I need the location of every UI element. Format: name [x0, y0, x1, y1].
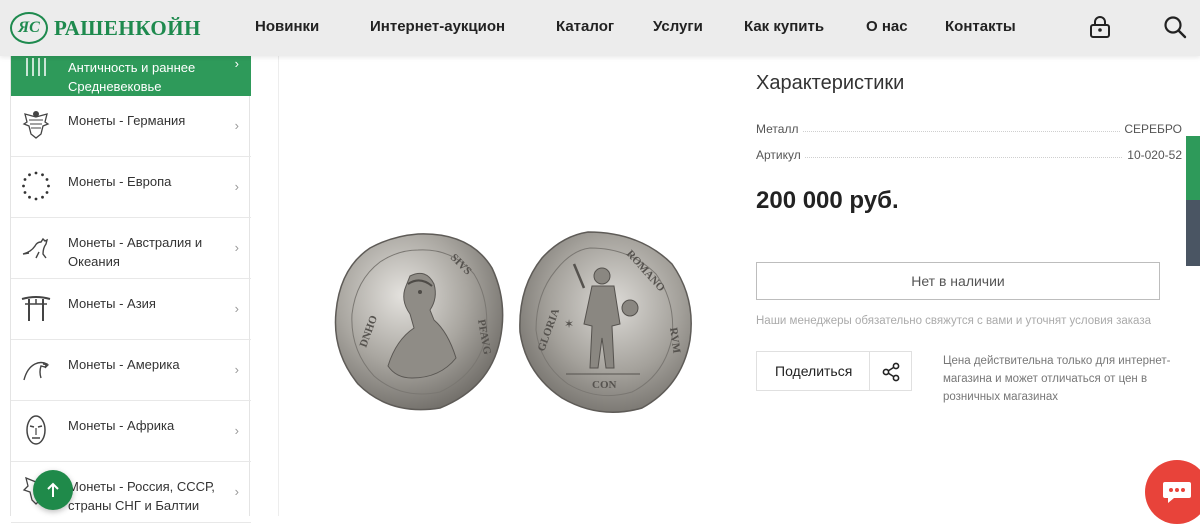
sidebar-item-label: Монеты - Австралия и Океания	[68, 235, 203, 269]
chevron-right-icon: ›	[234, 423, 239, 438]
coin-reverse: ✶ GLORIA ROMANO RVM CON	[519, 231, 692, 413]
share-button[interactable]: Поделиться	[756, 351, 912, 391]
sidebar-item-label: Монеты - Америка	[68, 357, 180, 372]
sidebar-item-germany[interactable]: Монеты - Германия ›	[11, 96, 251, 157]
chat-button[interactable]	[1145, 460, 1200, 524]
site-header: ЯС РАШЕНКОЙН Новинки Интернет-аукцион Ка…	[0, 0, 1200, 56]
chevron-right-icon: ›	[234, 56, 239, 71]
scroll-up-button[interactable]	[33, 470, 73, 510]
sidebar-item-antiquity[interactable]: Античность и раннее Средневековье ›	[11, 56, 251, 96]
eagle-icon	[22, 111, 50, 139]
dotted-leader	[756, 157, 1182, 158]
search-icon[interactable]	[1162, 14, 1188, 40]
property-value: СЕРЕБРО	[1120, 122, 1182, 136]
chevron-right-icon: ›	[234, 118, 239, 133]
price-disclaimer: Цена действительна только для интернет-м…	[943, 355, 1171, 403]
chevron-right-icon: ›	[234, 179, 239, 194]
nav-catalog[interactable]: Каталог	[556, 18, 614, 35]
bald-eagle-icon	[23, 361, 50, 381]
nav-novinki[interactable]: Новинки	[255, 18, 319, 35]
svg-text:✶: ✶	[564, 317, 574, 331]
sidebar-item-label: Монеты - Германия	[68, 113, 186, 128]
eu-stars-icon	[22, 171, 50, 201]
nav-services[interactable]: Услуги	[653, 18, 703, 35]
side-tab-green[interactable]	[1186, 136, 1200, 200]
kangaroo-icon	[22, 237, 49, 259]
chevron-right-icon: ›	[234, 240, 239, 255]
side-tab-dark[interactable]	[1186, 200, 1200, 266]
sidebar-item-australia[interactable]: Монеты - Австралия и Океания ›	[11, 218, 251, 279]
property-row-article: Артикул 10-020-52	[756, 148, 1182, 164]
sidebar-item-america[interactable]: Монеты - Америка ›	[11, 340, 251, 401]
manager-note: Наши менеджеры обязательно свяжутся с ва…	[756, 315, 1151, 327]
sidebar-item-label: Монеты - Азия	[68, 296, 156, 311]
logo-mark: ЯС	[10, 12, 48, 44]
property-value: 10-020-52	[1123, 148, 1182, 162]
chevron-right-icon: ›	[234, 362, 239, 377]
dotted-leader	[756, 131, 1182, 132]
cart-lock-icon[interactable]	[1087, 14, 1113, 40]
sidebar-item-europe[interactable]: Монеты - Европа ›	[11, 157, 251, 218]
coin-image[interactable]: DNHO SIVS PFAVG ✶ GLORIA ROMANO RVM CON	[330, 228, 698, 416]
nav-auction[interactable]: Интернет-аукцион	[370, 18, 505, 35]
property-row-metal: Металл СЕРЕБРО	[756, 122, 1182, 138]
share-label: Поделиться	[775, 363, 853, 379]
sidebar-item-label: Монеты - Россия, СССР, страны СНГ и Балт…	[68, 479, 215, 513]
share-icon	[882, 362, 900, 382]
sidebar-item-africa[interactable]: Монеты - Африка ›	[11, 401, 251, 462]
sidebar-item-label: Монеты - Африка	[68, 418, 175, 433]
nav-about[interactable]: О нас	[866, 18, 908, 35]
property-name: Металл	[756, 122, 803, 136]
out-of-stock-button[interactable]: Нет в наличии	[756, 262, 1160, 300]
chevron-right-icon: ›	[234, 484, 239, 499]
chat-bubble-icon	[1163, 482, 1191, 503]
columns-icon	[26, 58, 46, 76]
property-name: Артикул	[756, 148, 805, 162]
chevron-right-icon: ›	[234, 301, 239, 316]
svg-text:CON: CON	[592, 379, 617, 391]
site-logo[interactable]: ЯС РАШЕНКОЙН	[10, 12, 201, 44]
arrow-up-icon	[47, 482, 59, 497]
characteristics-title: Характеристики	[756, 72, 905, 94]
mask-icon	[26, 415, 46, 445]
logo-text: РАШЕНКОЙН	[54, 15, 201, 40]
sidebar-item-label: Монеты - Европа	[68, 174, 172, 189]
coin-obverse: DNHO SIVS PFAVG	[334, 233, 504, 411]
product-price: 200 000 руб.	[756, 187, 899, 214]
content-divider	[278, 56, 279, 516]
torii-icon	[21, 296, 51, 321]
nav-contacts[interactable]: Контакты	[945, 18, 1016, 35]
share-separator	[869, 352, 870, 390]
nav-how-to-buy[interactable]: Как купить	[744, 18, 824, 35]
sidebar-item-label: Античность и раннее Средневековье	[68, 60, 196, 94]
sidebar-item-asia[interactable]: Монеты - Азия ›	[11, 279, 251, 340]
catalog-sidebar: Античность и раннее Средневековье › Моне…	[10, 56, 251, 523]
